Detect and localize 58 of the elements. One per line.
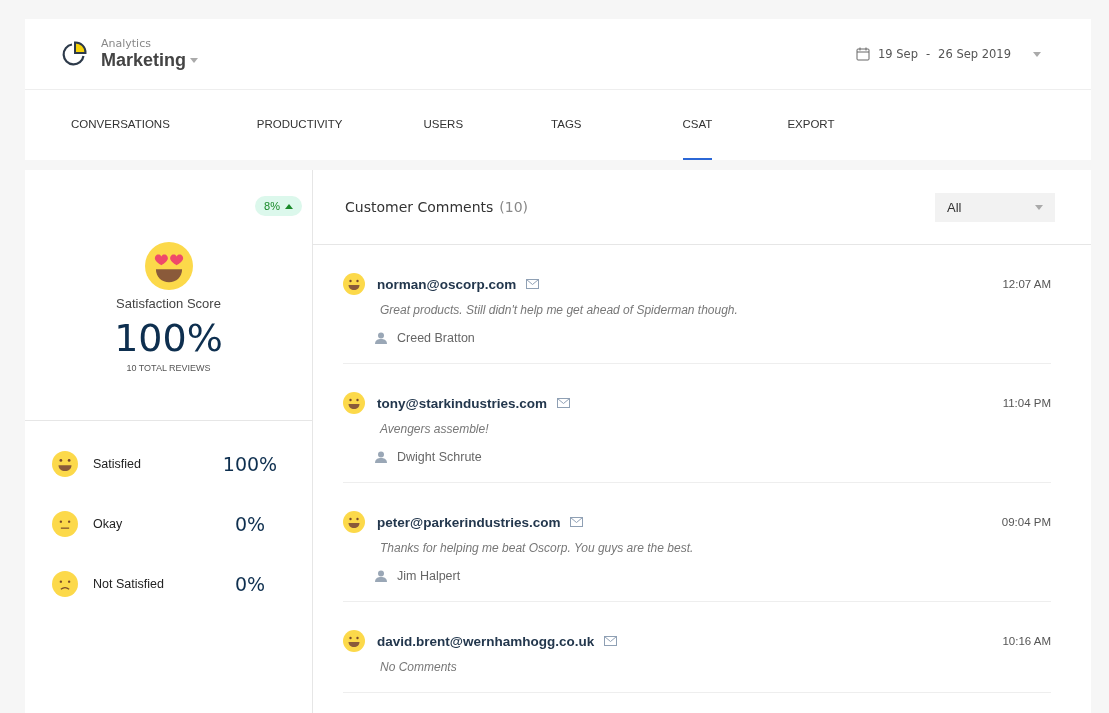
rating-percent: 0% bbox=[233, 573, 267, 595]
nav-tab[interactable]: TAGS bbox=[551, 90, 582, 160]
happy-face-icon bbox=[343, 392, 365, 414]
change-badge: 8% bbox=[255, 196, 302, 216]
calendar-icon[interactable] bbox=[856, 47, 870, 61]
comment-time: 11:04 PM bbox=[1002, 397, 1051, 409]
score-label: Satisfaction Score bbox=[116, 296, 221, 311]
agent-name: Creed Bratton bbox=[397, 331, 475, 345]
comment-text: No Comments bbox=[380, 660, 458, 674]
pie-chart-icon bbox=[61, 41, 87, 67]
total-reviews: 10 TOTAL REVIEWS bbox=[126, 363, 211, 373]
score-value: 100% bbox=[114, 317, 223, 359]
filter-dropdown[interactable]: All bbox=[935, 192, 1055, 222]
sad-face-icon bbox=[52, 571, 78, 597]
agent-name: Dwight Schrute bbox=[397, 450, 482, 464]
mail-icon[interactable] bbox=[604, 636, 618, 646]
mail-icon[interactable] bbox=[526, 279, 540, 289]
happy-face-icon bbox=[343, 273, 365, 295]
comment-text: Great products. Still didn't help me get ahead of Spiderman though. bbox=[380, 303, 739, 317]
comment-text: Thanks for helping me beat Oscorp. You guys are the best. bbox=[380, 541, 695, 555]
caret-icon[interactable] bbox=[190, 57, 199, 63]
nav-tab[interactable]: EXPORT bbox=[787, 90, 835, 160]
person-icon bbox=[375, 570, 387, 582]
mail-icon[interactable] bbox=[556, 398, 570, 408]
comment-time: 09:04 PM bbox=[1001, 516, 1051, 528]
agent-name: Jim Halpert bbox=[397, 569, 461, 583]
comment-time: 10:16 AM bbox=[1002, 635, 1051, 647]
person-icon bbox=[375, 451, 387, 463]
rating-label: Satisfied bbox=[93, 457, 142, 471]
nav-tab[interactable]: USERS bbox=[423, 90, 464, 160]
start-date[interactable]: 19 Sep bbox=[878, 47, 918, 61]
app-name: Analytics bbox=[101, 37, 152, 50]
rating-label: Okay bbox=[93, 517, 124, 531]
caret-icon[interactable] bbox=[1033, 51, 1041, 57]
date-separator: - bbox=[925, 47, 931, 61]
nav-tab[interactable]: CONVERSATIONS bbox=[71, 90, 170, 160]
rating-label: Not Satisfied bbox=[93, 577, 165, 591]
dashboard-title[interactable]: Marketing bbox=[101, 49, 187, 71]
happy-face-icon bbox=[343, 511, 365, 533]
person-icon bbox=[375, 332, 387, 344]
end-date[interactable]: 26 Sep 2019 bbox=[938, 47, 1011, 61]
neutral-face-icon bbox=[52, 511, 78, 537]
rating-percent: 100% bbox=[221, 453, 279, 475]
comment-time: 12:07 AM bbox=[1002, 278, 1051, 290]
customer-email[interactable]: peter@parkerindustries.com bbox=[377, 514, 561, 530]
comment-text: Avengers assemble! bbox=[380, 422, 490, 436]
nav-tab[interactable]: PRODUCTIVITY bbox=[256, 90, 343, 160]
comment-count: (10) bbox=[499, 199, 529, 215]
customer-email[interactable]: tony@starkindustries.com bbox=[377, 395, 547, 411]
happy-face-icon bbox=[52, 451, 78, 477]
happy-face-icon bbox=[343, 630, 365, 652]
heart-eyes-emoji-icon bbox=[144, 242, 193, 290]
panel-title: Customer Comments bbox=[345, 199, 494, 215]
mail-icon[interactable] bbox=[570, 517, 584, 527]
customer-email[interactable]: norman@oscorp.com bbox=[377, 276, 517, 292]
nav-tab[interactable]: CSAT bbox=[682, 90, 713, 160]
rating-percent: 0% bbox=[233, 513, 267, 535]
customer-email[interactable]: david.brent@wernhamhogg.co.uk bbox=[377, 633, 595, 649]
